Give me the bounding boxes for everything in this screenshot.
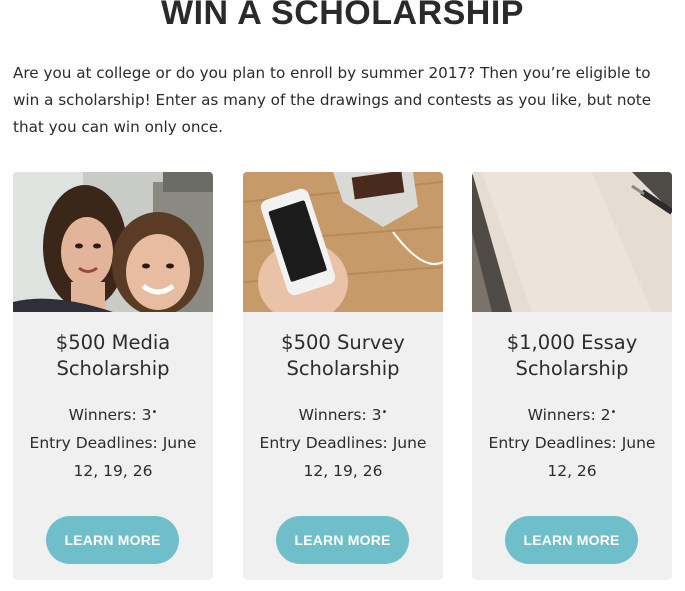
scholarship-card-survey: $500 Survey Scholarship Winners: 3• Entr… — [243, 172, 443, 580]
winners-count: Winners: 2 — [527, 406, 611, 424]
hand-holding-phone-photo — [243, 172, 443, 312]
winners-line: Winners: 3• — [251, 401, 435, 429]
entry-deadlines: Entry Deadlines: June 12, 19, 26 — [29, 434, 197, 480]
two-girls-selfie-photo — [13, 172, 213, 312]
winners-count: Winners: 3 — [298, 406, 382, 424]
page-title: WIN A SCHOLARSHIP — [161, 0, 524, 32]
card-title: $1,000 Essay Scholarship — [506, 331, 638, 380]
card-title: $500 Media Scholarship — [55, 331, 171, 380]
winners-footnote-mark: • — [381, 407, 388, 418]
card-details: Winners: 2• Entry Deadlines: June 12, 26 — [480, 401, 664, 485]
card-title: $500 Survey Scholarship — [281, 331, 405, 380]
learn-more-button[interactable]: LEARN MORE — [505, 516, 638, 564]
card-details: Winners: 3• Entry Deadlines: June 12, 19… — [21, 401, 205, 485]
learn-more-button[interactable]: LEARN MORE — [276, 516, 409, 564]
scholarship-card-essay: $1,000 Essay Scholarship Winners: 2• Ent… — [472, 172, 672, 580]
scholarship-card-media: $500 Media Scholarship Winners: 3• Entry… — [13, 172, 213, 580]
entry-deadlines: Entry Deadlines: June 12, 26 — [488, 434, 656, 480]
learn-more-button[interactable]: LEARN MORE — [46, 516, 179, 564]
winners-line: Winners: 3• — [21, 401, 205, 429]
entry-deadlines: Entry Deadlines: June 12, 19, 26 — [259, 434, 427, 480]
winners-count: Winners: 3 — [68, 406, 152, 424]
winners-footnote-mark: • — [610, 407, 617, 418]
winners-footnote-mark: • — [151, 407, 158, 418]
notebook-and-pen-photo — [472, 172, 672, 312]
card-details: Winners: 3• Entry Deadlines: June 12, 19… — [251, 401, 435, 485]
intro-text: Are you at college or do you plan to enr… — [13, 64, 652, 136]
winners-line: Winners: 2• — [480, 401, 664, 429]
